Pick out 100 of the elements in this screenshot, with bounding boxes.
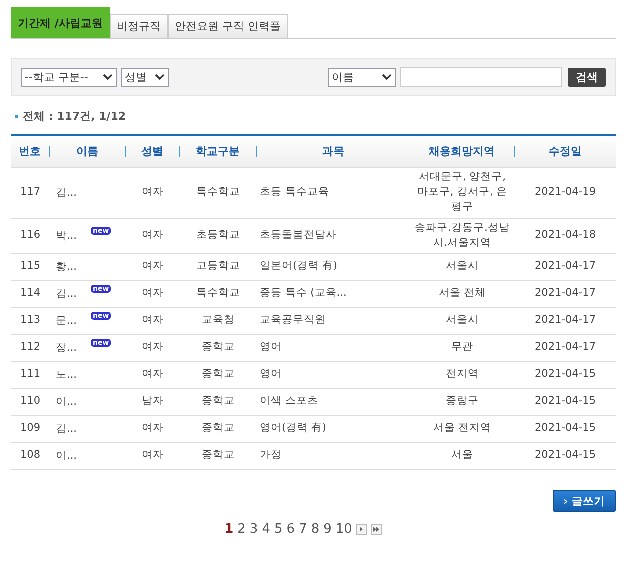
table-cell-text: 117 [19, 185, 42, 200]
table-cell-text: 가정 [259, 448, 283, 464]
table-cell-text: 115 [19, 259, 42, 274]
table-cell-text: 중학교 [201, 421, 236, 436]
table-cell-text: 무관 [450, 340, 474, 356]
table-cell-text: 이색 스포츠 [259, 394, 320, 410]
table-cell-text: 여자 [141, 367, 165, 382]
table-cell-text: 일본어(경력 有) [259, 259, 339, 274]
table-cell-text: 116 [19, 228, 42, 244]
last-page-icon[interactable] [371, 524, 382, 536]
table-cell-text: 중학교 [201, 367, 236, 382]
column-header: 수정일 [548, 144, 583, 159]
page-link[interactable]: 5 [274, 522, 283, 538]
table-cell-text: 중랑구 [445, 394, 480, 410]
page-link[interactable]: 4 [262, 522, 270, 538]
table-cell-text: 중학교 [201, 394, 236, 410]
table-cell-text: 2021-04-17 [534, 340, 598, 356]
gender-select[interactable]: 성별 [121, 68, 169, 86]
column-header: 성별 [140, 144, 164, 159]
table-cell-text: 여자 [141, 448, 165, 464]
table-cell-text: 서울시 [445, 259, 480, 274]
table-cell-text: 남자 [141, 394, 165, 410]
page-link[interactable]: 6 [286, 522, 296, 538]
tab[interactable]: 기간제 /사립교원 [11, 7, 110, 38]
table-cell-text: 초등학교 [196, 228, 242, 244]
table-cell-text: 110 [19, 394, 42, 410]
name-link[interactable]: 이... [56, 449, 78, 464]
chevron-down-icon [103, 74, 113, 80]
table-cell-text: 108 [19, 448, 42, 464]
table-cell-text: 2021-04-18 [534, 228, 598, 244]
search-button[interactable]: 검색 [568, 68, 606, 86]
table-cell-text: 여자 [141, 286, 165, 302]
page-link[interactable]: 10 [336, 522, 352, 538]
table-cell-text: 109 [19, 421, 42, 436]
table-cell-text: 113 [19, 313, 42, 328]
table-cell-text: 서울시 [445, 313, 480, 328]
table-cell-text: 특수학교 [196, 185, 242, 200]
tab[interactable]: 안전요원 구직 인력풀 [168, 14, 288, 38]
table-cell-text: 송파구.강동구.성남시.서울지역 [414, 220, 511, 251]
page-link[interactable]: 1 [224, 522, 234, 538]
table-cell-text: 중학교 [201, 340, 236, 356]
table-cell-text: 112 [19, 340, 42, 356]
table-cell-text: 전지역 [445, 367, 480, 382]
column-header: 학교구분 [195, 144, 241, 159]
table-cell-text: 영어 [259, 367, 283, 382]
table-cell-text: 2021-04-15 [534, 367, 598, 382]
table-cell-text: 교육공무직원 [259, 313, 327, 328]
table-cell-text: 2021-04-15 [534, 394, 598, 410]
page-link[interactable]: 8 [311, 522, 320, 538]
page-link[interactable]: 7 [299, 522, 308, 538]
name-link[interactable]: 박... [56, 228, 78, 243]
table-cell-text: 서대문구, 양천구, 마포구, 강서구, 은평구 [416, 170, 509, 216]
table-cell-text: 114 [19, 286, 42, 302]
name-link[interactable]: 장... [56, 341, 78, 356]
name-link[interactable]: 김... [56, 287, 78, 302]
name-link[interactable]: 문... [56, 314, 78, 328]
table-cell-text: 초등 특수교육 [259, 185, 330, 200]
name-link[interactable]: 황... [56, 260, 78, 274]
name-link[interactable]: 이... [56, 395, 78, 410]
table-cell-text: 서울 전체 [438, 286, 488, 302]
chevron-down-icon [382, 74, 392, 80]
column-header: 과목 [322, 144, 346, 159]
table-cell-text: 중등 특수 (교육... [259, 286, 348, 302]
table-cell-text: 영어 [259, 340, 283, 356]
table-cell-text: 2021-04-17 [534, 286, 598, 302]
name-link[interactable]: 김... [56, 422, 78, 436]
column-header: 채용희망지역 [428, 144, 496, 159]
table-cell-text: 고등학교 [196, 259, 242, 274]
column-header: 번호 [18, 144, 42, 159]
search-field-select[interactable]: 이름 [328, 68, 396, 86]
next-page-icon[interactable] [356, 524, 368, 536]
name-link[interactable]: 김... [56, 186, 78, 200]
chevron-down-icon [155, 74, 165, 80]
table-cell-text: 111 [19, 367, 42, 382]
table-cell-text: 2021-04-15 [534, 448, 598, 464]
table-cell-text: 초등돌봄전담사 [259, 228, 338, 244]
table-cell-text: 영어(경력 有) [259, 421, 328, 436]
table-cell-text: 여자 [141, 185, 165, 200]
table-cell-text: 중학교 [201, 448, 236, 464]
table-cell-text: 서울 [450, 448, 474, 464]
page-link[interactable]: 3 [250, 522, 258, 538]
school-type-select[interactable]: --학교 구분-- [21, 68, 117, 86]
write-button[interactable]: › 글쓰기 [552, 490, 616, 512]
page-link[interactable]: 9 [324, 522, 332, 538]
table-cell-text: 2021-04-15 [534, 421, 598, 436]
page-link[interactable]: 2 [238, 522, 246, 538]
column-header: 이름 [76, 144, 100, 159]
total-count: 전체 : 117건, 1/12 [23, 109, 126, 124]
bullet-icon [15, 115, 18, 118]
table-cell-text: 여자 [141, 421, 165, 436]
name-link[interactable]: 노... [56, 368, 78, 382]
tab[interactable]: 비정규직 [110, 14, 168, 38]
table-cell-text: 여자 [141, 228, 165, 244]
table-cell-text: 2021-04-17 [534, 259, 598, 274]
table-cell-text: 특수학교 [196, 286, 242, 302]
table-cell-text: 서울 전지역 [432, 421, 493, 436]
search-input[interactable] [400, 67, 562, 87]
table-cell-text: 2021-04-19 [534, 185, 598, 200]
table-cell-text: 여자 [141, 259, 165, 274]
table-cell-text: 여자 [141, 340, 165, 356]
